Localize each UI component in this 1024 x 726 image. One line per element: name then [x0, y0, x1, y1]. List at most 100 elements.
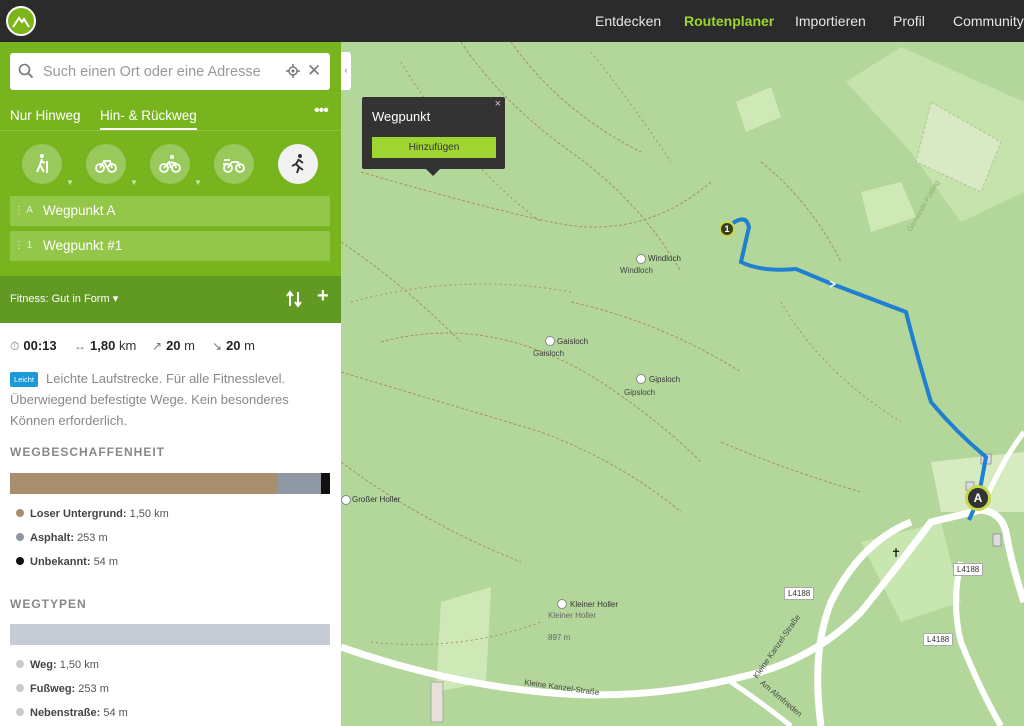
waypoint-1-marker[interactable]: 1: [719, 221, 735, 237]
summit-icon[interactable]: [341, 495, 351, 505]
drag-handle-icon[interactable]: ⋮ A: [14, 205, 33, 216]
bar-segment: [277, 624, 321, 645]
search-input[interactable]: [43, 53, 273, 90]
reverse-route-icon[interactable]: [286, 290, 302, 308]
poi-gaisloch-sub: Gaisloch: [533, 349, 565, 358]
nav-entdecken[interactable]: Entdecken: [595, 13, 661, 29]
descent-stat: ↘ 20 m: [212, 338, 255, 353]
waypoint-1-row[interactable]: ⋮ 1 Wegpunkt #1: [10, 231, 330, 261]
sport-mountainbike-button[interactable]: [150, 144, 190, 184]
chevron-down-icon[interactable]: ▼: [66, 178, 74, 187]
nav-routenplaner[interactable]: Routenplaner: [684, 13, 774, 29]
poi-gaisloch[interactable]: Gaisloch: [557, 337, 588, 346]
clear-search-icon[interactable]: ✕: [307, 61, 321, 81]
komoot-logo-icon[interactable]: [6, 6, 36, 36]
poi-windloch[interactable]: Windloch: [648, 254, 681, 263]
ascent-icon: ↗: [152, 339, 163, 353]
top-navigation-bar: Entdecken Routenplaner Importieren Profi…: [0, 0, 1024, 42]
waytype-legend-item: Weg: 1,50 km: [16, 659, 99, 671]
poi-windloch-sub: Windloch: [620, 266, 653, 275]
duration-stat: ⏱ 00:13: [10, 338, 57, 353]
poi-kleiner-holler[interactable]: Kleiner Holler: [570, 600, 618, 609]
surface-legend-item: Asphalt: 253 m: [16, 532, 108, 544]
running-icon: [291, 154, 304, 174]
sport-touring-bike-button[interactable]: [214, 144, 254, 184]
planner-header: ✕ Nur Hinweg Hin- & Rückweg ••• ▼ ▼ ▼ ⋮ …: [0, 42, 341, 276]
more-options-icon[interactable]: •••: [314, 102, 329, 120]
bar-segment: [10, 624, 277, 645]
chevron-down-icon[interactable]: ▼: [130, 178, 138, 187]
building: [992, 533, 1002, 547]
descent-icon: ↘: [212, 339, 223, 353]
fitness-bar: Fitness: Gut in Form ▾ +: [0, 276, 341, 323]
color-dot: [16, 533, 24, 541]
distance-stat: ↔ 1,80 km: [74, 338, 137, 353]
fitness-dropdown[interactable]: Fitness: Gut in Form ▾: [10, 292, 118, 305]
poi-grosser-holler[interactable]: Großer Holler: [352, 495, 400, 504]
waytype-bar: [10, 624, 330, 645]
chapel-icon: ✝: [891, 546, 901, 560]
difficulty-description: Leichte Laufstrecke. Für alle Fitnesslev…: [10, 371, 289, 428]
add-waypoint-button[interactable]: Hinzufügen: [372, 137, 496, 158]
surface-title: WEGBESCHAFFENHEIT: [10, 445, 165, 459]
stopwatch-icon: ⏱: [10, 339, 20, 353]
waypoint-popup: Wegpunkt × Hinzufügen: [362, 97, 505, 176]
surface-bar: [10, 473, 330, 494]
nav-importieren[interactable]: Importieren: [795, 13, 866, 29]
bar-segment: [10, 473, 277, 494]
tab-nur-hinweg[interactable]: Nur Hinweg: [10, 108, 81, 123]
start-marker[interactable]: A: [965, 485, 991, 511]
tab-hin-rueckweg[interactable]: Hin- & Rückweg: [100, 108, 197, 130]
road-label-l4188: L4188: [923, 633, 954, 646]
color-dot: [16, 708, 24, 716]
color-dot: [16, 557, 24, 565]
building: [430, 681, 444, 723]
mountainbike-icon: [159, 155, 181, 173]
touring-bike-icon: [223, 159, 245, 173]
waypoint-label: Wegpunkt #1: [43, 238, 123, 253]
search-icon: [18, 63, 34, 79]
cave-icon[interactable]: [636, 254, 646, 264]
poi-kleiner-holler-sub: Kleiner Holler: [548, 611, 597, 620]
bar-segment: [321, 624, 330, 645]
cave-icon[interactable]: [636, 374, 646, 384]
waytypes-title: WEGTYPEN: [10, 597, 87, 611]
color-dot: [16, 660, 24, 668]
road-label-l4188: L4188: [953, 563, 984, 576]
tab-divider: [0, 130, 341, 131]
bar-segment: [321, 473, 330, 494]
nav-community[interactable]: Community: [953, 13, 1024, 29]
collapse-sidebar-icon[interactable]: ‹: [341, 52, 351, 90]
route-planner-sidebar: ✕ Nur Hinweg Hin- & Rückweg ••• ▼ ▼ ▼ ⋮ …: [0, 42, 341, 726]
roadbike-icon: [95, 160, 117, 173]
color-dot: [16, 509, 24, 517]
waytype-legend-item: Nebenstraße: 54 m: [16, 707, 128, 719]
distance-icon: ↔: [74, 339, 86, 353]
add-waypoint-icon[interactable]: +: [317, 285, 329, 308]
hiking-icon: [36, 154, 48, 173]
surface-legend-item: Loser Untergrund: 1,50 km: [16, 508, 169, 520]
drag-handle-icon[interactable]: ⋮ 1: [14, 240, 32, 251]
locate-icon[interactable]: [286, 64, 300, 78]
sport-running-button[interactable]: [278, 144, 318, 184]
waytype-legend-item: Fußweg: 253 m: [16, 683, 109, 695]
waypoint-a-row[interactable]: ⋮ A Wegpunkt A: [10, 196, 330, 226]
sport-hiking-button[interactable]: [22, 144, 62, 184]
color-dot: [16, 684, 24, 692]
ascent-stat: ↗ 20 m: [152, 338, 195, 353]
nav-profil[interactable]: Profil: [893, 13, 925, 29]
poi-gipsloch-sub: Gipsloch: [624, 388, 656, 397]
close-icon[interactable]: ×: [495, 98, 501, 110]
search-box: ✕: [10, 53, 330, 90]
poi-gipsloch[interactable]: Gipsloch: [649, 375, 680, 384]
poi-elevation: 897 m: [548, 633, 571, 642]
cave-icon[interactable]: [545, 336, 555, 346]
sport-roadbike-button[interactable]: [86, 144, 126, 184]
summit-icon[interactable]: [557, 599, 567, 609]
chevron-down-icon[interactable]: ▼: [194, 178, 202, 187]
surface-legend-item: Unbekannt: 54 m: [16, 556, 118, 568]
road-label-l4188: L4188: [784, 587, 815, 600]
popup-title: Wegpunkt: [372, 109, 431, 124]
waypoint-label: Wegpunkt A: [43, 203, 116, 218]
bar-segment: [277, 473, 321, 494]
